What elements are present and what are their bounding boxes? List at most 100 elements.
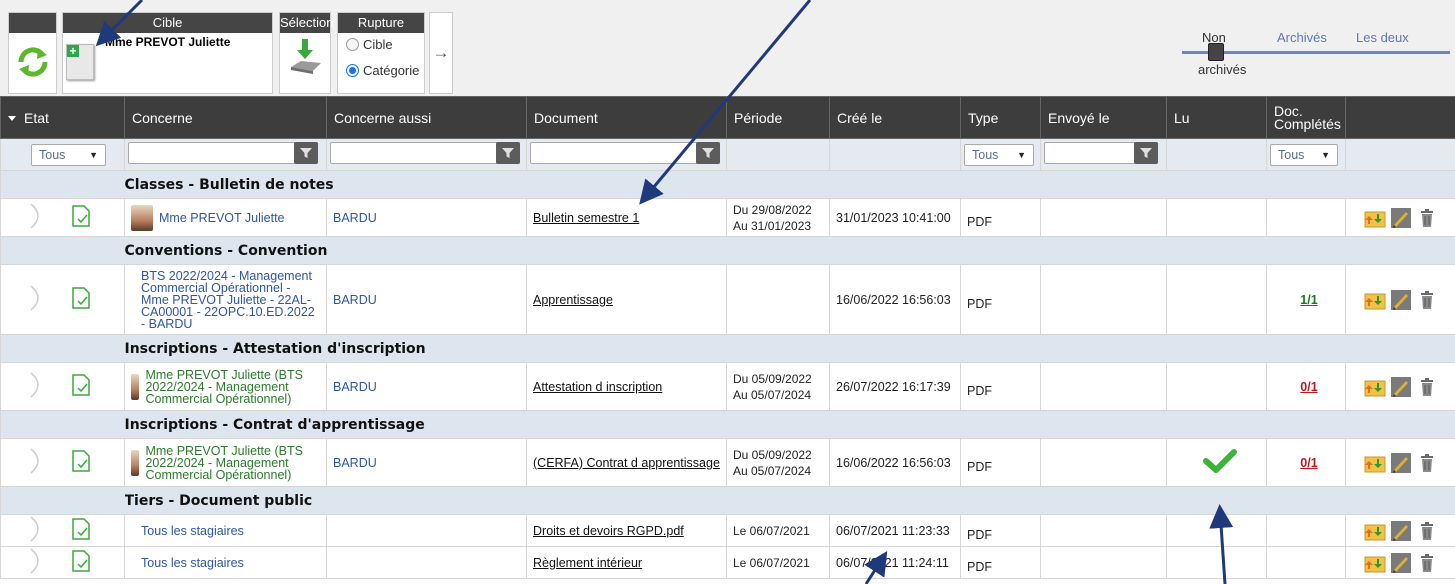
edit-pencil-icon[interactable] [1390,452,1412,474]
col-lu[interactable]: Lu [1166,96,1267,139]
concerne-link[interactable]: Mme PREVOT Juliette (BTS 2022/2024 - Man… [145,368,320,405]
trash-icon[interactable] [1416,376,1438,398]
col-etat[interactable]: Etat [0,96,125,139]
col-periode[interactable]: Période [726,96,830,139]
group-expander[interactable] [0,486,125,515]
add-target-button[interactable]: + [66,44,94,80]
table-row[interactable]: BTS 2022/2024 - Management Commercial Op… [0,264,1455,335]
col-concerne[interactable]: Concerne [124,96,327,139]
filter-envoye-le-input[interactable] [1044,142,1158,164]
filter-document-input[interactable] [530,142,720,164]
group-row[interactable]: Inscriptions - Attestation d'inscription [0,334,1455,363]
filter-icon[interactable] [496,142,520,164]
concerne-link[interactable]: Tous les stagiaires [141,524,244,537]
table-row[interactable]: Mme PREVOT Juliette BARDU Bulletin semestr… [0,198,1455,237]
completes-link[interactable]: 0/1 [1300,456,1317,470]
document-link[interactable]: Droits et devoirs RGPD.pdf [533,524,684,538]
col-envoye-le[interactable]: Envoyé le [1040,96,1167,139]
filter-etat-select[interactable]: Tous ▼ [31,143,106,166]
actions-cell [1345,198,1455,237]
filter-concerne-aussi-input[interactable] [330,142,520,164]
completes-link[interactable]: 1/1 [1300,293,1317,307]
concerne-link[interactable]: Mme PREVOT Juliette (BTS 2022/2024 - Man… [145,444,320,481]
upload-download-icon[interactable] [1364,207,1386,229]
row-state-icons[interactable] [3,447,113,475]
switch-label-both[interactable]: Les deux [1356,30,1409,45]
concerne-aussi-cell[interactable]: BARDU [326,264,527,335]
row-state-icons[interactable] [3,515,113,543]
row-state-icons[interactable] [3,202,113,230]
edit-pencil-icon[interactable] [1390,520,1412,542]
document-link[interactable]: Bulletin semestre 1 [533,211,639,225]
concerne-aussi-cell[interactable]: BARDU [326,438,527,487]
group-row[interactable]: Tiers - Document public [0,486,1455,515]
table-row[interactable]: Tous les stagiaires Droits et devoirs RGP… [0,514,1455,547]
radio-categorie-dot[interactable] [346,64,359,77]
row-state-icons[interactable] [3,371,113,399]
group-expander[interactable] [0,334,125,363]
upload-download-icon[interactable] [1364,520,1386,542]
col-type[interactable]: Type [960,96,1041,139]
group-title: Inscriptions - Contrat d'apprentissage [124,410,1455,439]
concerne-aussi-cell[interactable]: BARDU [326,362,527,411]
trash-icon[interactable] [1416,552,1438,574]
col-doc-completes[interactable]: Doc. Complétés [1266,96,1346,139]
group-row[interactable]: Inscriptions - Contrat d'apprentissage [0,410,1455,439]
row-state-icons[interactable] [3,547,113,575]
etat-cell [0,264,125,335]
download-tray-icon[interactable] [289,37,323,77]
next-arrow-button[interactable]: → [429,12,453,94]
upload-download-icon[interactable] [1364,452,1386,474]
radio-categorie[interactable]: Catégorie [346,63,419,78]
filter-icon[interactable] [294,142,318,164]
concerne-aussi-cell[interactable]: BARDU [326,198,527,237]
group-expander[interactable] [0,170,125,199]
edit-pencil-icon[interactable] [1390,552,1412,574]
collapse-triangle-icon[interactable] [8,116,16,122]
trash-icon[interactable] [1416,452,1438,474]
filter-icon[interactable] [1134,142,1158,164]
group-expander[interactable] [0,410,125,439]
table-row[interactable]: Mme PREVOT Juliette (BTS 2022/2024 - Man… [0,438,1455,487]
document-link[interactable]: (CERFA) Contrat d apprentissage [533,456,720,470]
edit-pencil-icon[interactable] [1390,376,1412,398]
trash-icon[interactable] [1416,289,1438,311]
concerne-link[interactable]: Mme PREVOT Juliette [159,211,285,224]
group-row[interactable]: Classes - Bulletin de notes [0,170,1455,199]
cree-le-cell: 06/07/2021 11:23:33 [829,514,961,547]
edit-pencil-icon[interactable] [1390,207,1412,229]
col-concerne-aussi[interactable]: Concerne aussi [326,96,527,139]
filter-completes-select[interactable]: Tous ▼ [1270,143,1338,166]
upload-download-icon[interactable] [1364,552,1386,574]
table-row[interactable]: Tous les stagiaires Règlement intérieur Le… [0,546,1455,579]
concerne-link[interactable]: BTS 2022/2024 - Management Commercial Op… [141,269,320,330]
radio-cible[interactable]: Cible [346,37,393,52]
filter-concerne-input[interactable] [128,142,318,164]
concerne-aussi-cell[interactable] [326,514,527,547]
document-link[interactable]: Règlement intérieur [533,556,642,570]
upload-download-icon[interactable] [1364,289,1386,311]
edit-pencil-icon[interactable] [1390,289,1412,311]
col-cree-le[interactable]: Créé le [829,96,961,139]
trash-icon[interactable] [1416,520,1438,542]
refresh-icon[interactable] [16,45,50,79]
archive-switch[interactable]: Non Archivés Les deux archivés [1180,22,1450,82]
group-expander[interactable] [0,236,125,265]
group-title: Conventions - Convention [124,236,1455,265]
switch-knob[interactable] [1208,43,1224,61]
radio-cible-dot[interactable] [346,38,359,51]
completes-link[interactable]: 0/1 [1300,380,1317,394]
upload-download-icon[interactable] [1364,376,1386,398]
switch-label-archives[interactable]: Archivés [1277,30,1327,45]
group-row[interactable]: Conventions - Convention [0,236,1455,265]
filter-type-select[interactable]: Tous ▼ [964,143,1034,166]
document-link[interactable]: Apprentissage [533,293,613,307]
concerne-aussi-cell[interactable] [326,546,527,579]
table-row[interactable]: Mme PREVOT Juliette (BTS 2022/2024 - Man… [0,362,1455,411]
concerne-link[interactable]: Tous les stagiaires [141,556,244,569]
filter-icon[interactable] [696,142,720,164]
trash-icon[interactable] [1416,207,1438,229]
document-link[interactable]: Attestation d inscription [533,380,662,394]
row-state-icons[interactable] [3,284,113,312]
col-document[interactable]: Document [526,96,727,139]
